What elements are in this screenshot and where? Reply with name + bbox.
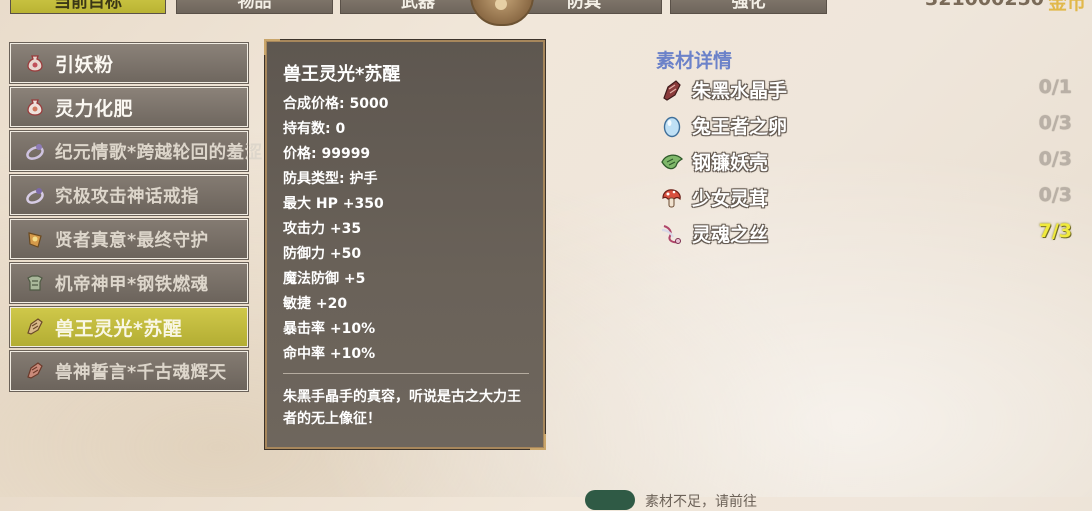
stat-owned-count: 持有数: 0	[283, 121, 346, 137]
detail-title: 兽王灵光*苏醒	[283, 64, 401, 85]
pouch-icon	[25, 53, 45, 73]
material-row[interactable]: 少女灵茸 0/3	[660, 182, 1072, 212]
mushroom-icon	[660, 186, 684, 210]
item-label: 兽王灵光*苏醒	[55, 317, 183, 340]
materials-heading: 素材详情	[656, 50, 733, 72]
stat-price: 价格: 99999	[283, 146, 371, 162]
bottom-action-button[interactable]	[585, 490, 635, 510]
bottom-hint-text: 素材不足，请前往	[645, 494, 757, 510]
list-item-mech-armor[interactable]: 机帝神甲*钢铁燃魂	[9, 262, 249, 304]
amulet-icon	[25, 229, 45, 249]
shell-icon	[660, 150, 684, 174]
tab-label: 强化	[731, 0, 766, 12]
currency-label: 金币	[1047, 0, 1086, 14]
gauntlet-icon	[25, 361, 45, 381]
stat-agility: 敏捷 +20	[283, 296, 348, 312]
material-row[interactable]: 灵魂之丝 7/3	[660, 218, 1072, 248]
tab-label: 当前目标	[54, 0, 122, 12]
list-item-beast-king-aura[interactable]: 兽王灵光*苏醒	[9, 306, 249, 348]
stat-max-hp: 最大 HP +350	[283, 196, 384, 212]
gauntlet-icon	[25, 317, 45, 337]
item-label: 灵力化肥	[55, 97, 134, 120]
material-name: 灵魂之丝	[692, 224, 769, 246]
item-label: 纪元情歌*跨越轮回的羞涩	[55, 142, 263, 163]
list-item-ultimate-ring[interactable]: 究极攻击神话戒指	[9, 174, 249, 216]
tab-enhance[interactable]: 强化	[670, 0, 827, 14]
tab-label: 防具	[567, 0, 601, 12]
stat-magic-defense: 魔法防御 +5	[283, 271, 366, 287]
pouch-icon	[25, 97, 45, 117]
armor-icon	[25, 273, 45, 293]
list-item-era-love-song[interactable]: 纪元情歌*跨越轮回的羞涩	[9, 130, 262, 172]
material-row[interactable]: 钢镰妖壳 0/3	[660, 146, 1072, 176]
list-item-lure-powder[interactable]: 引妖粉	[9, 42, 249, 84]
egg-icon	[660, 114, 684, 138]
material-name: 朱黑水晶手	[692, 80, 788, 102]
tab-label: 武器	[401, 0, 435, 12]
material-name: 兔王者之卵	[692, 116, 788, 138]
stat-hit-rate: 命中率 +10%	[283, 346, 376, 362]
material-row[interactable]: 兔王者之卵 0/3	[660, 110, 1072, 140]
material-count: 7/3	[1038, 220, 1072, 242]
material-row[interactable]: 朱黑水晶手 0/1	[660, 74, 1072, 104]
item-detail-panel: 兽王灵光*苏醒 合成价格: 5000 持有数: 0 价格: 99999 防具类型…	[264, 39, 546, 450]
list-item-sage-guard[interactable]: 贤者真意*最终守护	[9, 218, 249, 260]
material-count: 0/1	[1038, 76, 1072, 98]
emblem-ornament	[470, 0, 534, 26]
list-item-spirit-fertilizer[interactable]: 灵力化肥	[9, 86, 249, 128]
item-label: 贤者真意*最终守护	[55, 230, 209, 251]
item-label: 兽神誓言*千古魂辉天	[55, 362, 227, 383]
material-count: 0/3	[1038, 148, 1072, 170]
item-label: 引妖粉	[55, 53, 114, 76]
crystal-hand-icon	[660, 78, 684, 102]
stat-defense: 防御力 +50	[283, 246, 362, 262]
list-item-beast-god-oath[interactable]: 兽神誓言*千古魂辉天	[9, 350, 249, 392]
material-name: 少女灵茸	[692, 188, 769, 210]
detail-divider	[283, 373, 529, 374]
soul-thread-icon	[660, 222, 684, 246]
stat-attack: 攻击力 +35	[283, 221, 362, 237]
material-name: 钢镰妖壳	[692, 152, 769, 174]
ring-icon	[25, 141, 45, 161]
tab-current-goal[interactable]: 当前目标	[10, 0, 166, 14]
currency-amount: 321000250	[925, 0, 1044, 10]
tab-items[interactable]: 物品	[176, 0, 333, 14]
tab-label: 物品	[237, 0, 272, 12]
detail-description: 朱黑手晶手的真容，听说是古之大力王者的无上像征！	[283, 389, 521, 427]
stat-synthesis-price: 合成价格: 5000	[283, 96, 389, 112]
stat-crit-rate: 暴击率 +10%	[283, 321, 376, 337]
material-count: 0/3	[1038, 112, 1072, 134]
item-label: 究极攻击神话戒指	[55, 186, 199, 207]
stat-armor-type: 防具类型: 护手	[283, 171, 378, 187]
item-label: 机帝神甲*钢铁燃魂	[55, 274, 209, 295]
material-count: 0/3	[1038, 184, 1072, 206]
ring-icon	[25, 185, 45, 205]
